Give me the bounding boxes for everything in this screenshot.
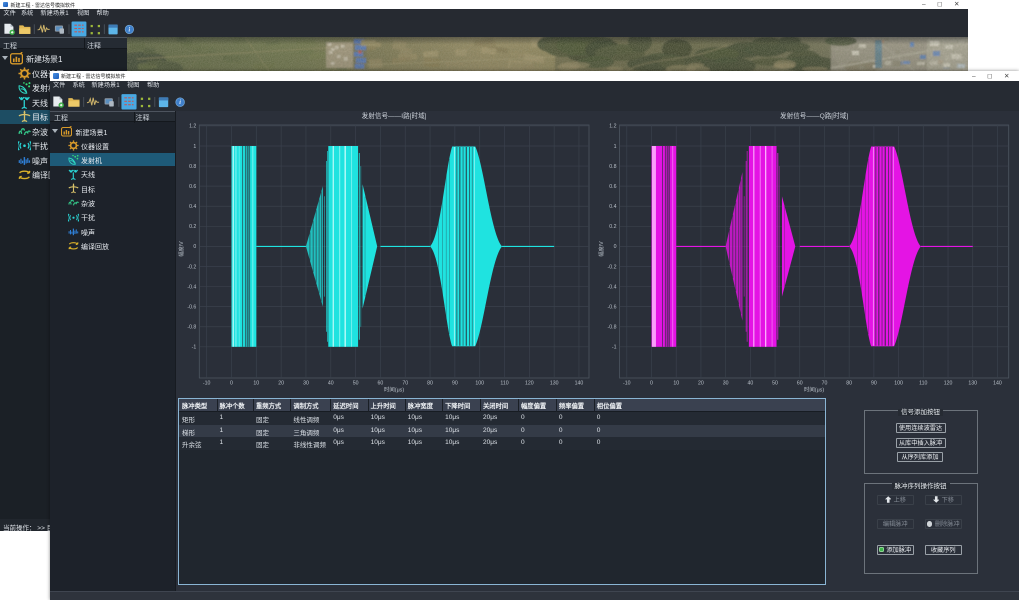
svg-text:30: 30: [723, 381, 729, 387]
svg-text:130: 130: [550, 381, 559, 387]
svg-text:0: 0: [614, 244, 617, 250]
svg-text:1: 1: [193, 144, 196, 150]
svg-text:幅度/V: 幅度/V: [597, 241, 605, 257]
svg-text:40: 40: [328, 381, 334, 387]
svg-text:60: 60: [797, 381, 803, 387]
svg-text:-0.4: -0.4: [608, 284, 617, 290]
svg-text:0.4: 0.4: [189, 204, 196, 210]
svg-text:0.4: 0.4: [609, 204, 616, 210]
svg-text:20: 20: [278, 381, 284, 387]
svg-text:0.6: 0.6: [189, 184, 196, 190]
svg-text:40: 40: [747, 381, 753, 387]
svg-text:70: 70: [822, 381, 828, 387]
svg-text:时间(μs): 时间(μs): [804, 386, 824, 394]
svg-text:发射信号——Q路[时域]: 发射信号——Q路[时域]: [780, 111, 848, 120]
svg-text:-10: -10: [623, 381, 631, 387]
svg-text:60: 60: [378, 381, 384, 387]
svg-text:50: 50: [772, 381, 778, 387]
svg-text:0.6: 0.6: [609, 184, 616, 190]
svg-text:30: 30: [303, 381, 309, 387]
svg-text:50: 50: [353, 381, 359, 387]
svg-text:幅度/V: 幅度/V: [177, 241, 185, 257]
svg-text:140: 140: [993, 381, 1002, 387]
svg-text:20: 20: [698, 381, 704, 387]
svg-text:-0.2: -0.2: [187, 264, 196, 270]
svg-text:0.8: 0.8: [609, 164, 616, 170]
svg-text:120: 120: [944, 381, 953, 387]
svg-text:80: 80: [846, 381, 852, 387]
svg-text:90: 90: [871, 381, 877, 387]
svg-text:100: 100: [475, 381, 484, 387]
svg-text:0: 0: [230, 381, 233, 387]
svg-text:-0.6: -0.6: [187, 304, 196, 310]
svg-text:-0.2: -0.2: [608, 264, 617, 270]
svg-text:140: 140: [575, 381, 584, 387]
svg-text:110: 110: [500, 381, 508, 387]
svg-text:80: 80: [427, 381, 433, 387]
svg-text:-0.8: -0.8: [608, 325, 617, 331]
svg-text:1: 1: [614, 144, 617, 150]
svg-text:-10: -10: [203, 381, 211, 387]
svg-text:0.2: 0.2: [609, 224, 616, 230]
svg-text:90: 90: [452, 381, 458, 387]
svg-text:120: 120: [525, 381, 534, 387]
svg-text:-0.6: -0.6: [608, 304, 617, 310]
svg-text:70: 70: [402, 381, 408, 387]
svg-text:-1: -1: [612, 345, 617, 351]
svg-text:0.8: 0.8: [189, 164, 196, 170]
svg-text:时间(μs): 时间(μs): [384, 386, 404, 394]
svg-text:-0.8: -0.8: [187, 325, 196, 331]
svg-text:发射信号——I路[时域]: 发射信号——I路[时域]: [362, 111, 427, 120]
svg-text:100: 100: [894, 381, 903, 387]
svg-text:10: 10: [253, 381, 259, 387]
svg-text:1.2: 1.2: [609, 124, 616, 130]
svg-text:-1: -1: [192, 345, 197, 351]
svg-text:0: 0: [193, 244, 196, 250]
svg-text:-0.4: -0.4: [187, 284, 196, 290]
svg-text:110: 110: [919, 381, 927, 387]
svg-text:130: 130: [968, 381, 977, 387]
svg-text:0: 0: [650, 381, 653, 387]
svg-text:10: 10: [673, 381, 679, 387]
svg-text:0.2: 0.2: [189, 224, 196, 230]
svg-text:1.2: 1.2: [189, 124, 196, 130]
